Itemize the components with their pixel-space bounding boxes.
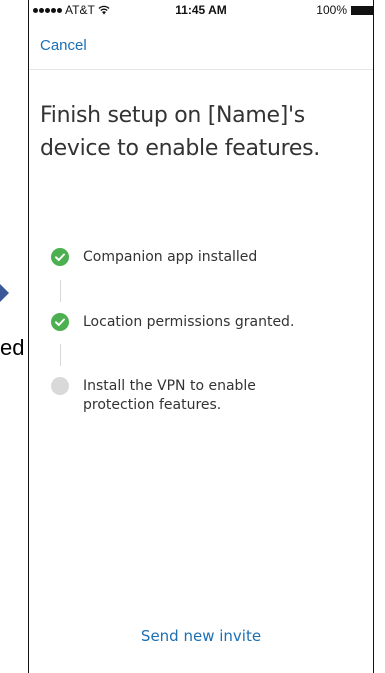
page-title: Finish setup on [Name]'s device to enabl…	[40, 103, 320, 161]
step-label: Install the VPN to enable protection fea…	[83, 378, 256, 413]
check-circle-icon	[51, 248, 69, 266]
send-new-invite-button[interactable]: Send new invite	[29, 627, 373, 645]
pending-circle-icon	[51, 377, 69, 395]
step-label: Location permissions granted.	[83, 314, 295, 330]
fragment-text: ed	[0, 335, 25, 360]
step-item-companion-app: Companion app installed	[51, 248, 323, 267]
battery-icon	[351, 5, 373, 15]
step-item-location-permissions: Location permissions granted.	[51, 313, 323, 332]
status-battery-group: 100%	[316, 3, 373, 17]
phone-screen: AT&T 11:45 AM 100% Cancel Finish setup o…	[28, 0, 374, 673]
step-label: Companion app installed	[83, 249, 258, 265]
step-connector	[60, 280, 61, 302]
step-item-install-vpn: Install the VPN to enable protection fea…	[51, 377, 323, 415]
cancel-button[interactable]: Cancel	[40, 37, 87, 54]
battery-percent: 100%	[316, 3, 347, 17]
arrow-fragment-icon	[0, 284, 9, 302]
header-divider	[29, 69, 373, 70]
status-bar: AT&T 11:45 AM 100%	[29, 0, 373, 20]
step-connector	[60, 344, 61, 366]
check-circle-icon	[51, 313, 69, 331]
